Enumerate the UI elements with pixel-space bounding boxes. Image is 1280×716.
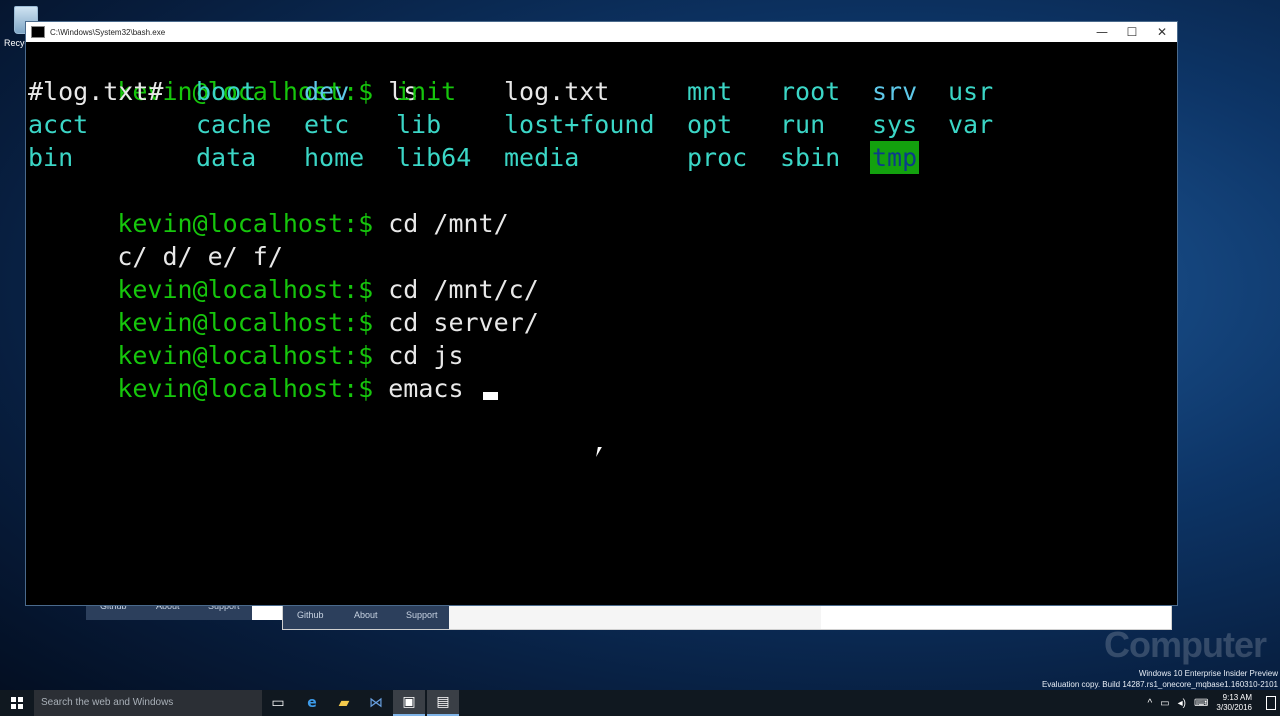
terminal-line: kevin@localhost:$ cd /mnt/c/ xyxy=(27,240,1178,304)
listing-entry: lib xyxy=(396,110,442,139)
listing-entry: usr xyxy=(948,77,994,106)
listing-entry: lib64 xyxy=(396,143,472,172)
bash-window[interactable]: C:\Windows\System32\bash.exe — ☐ ✕ kevin… xyxy=(25,21,1178,606)
network-icon[interactable]: ▭ xyxy=(1160,698,1169,709)
taskbar-search-box[interactable]: Search the web and Windows xyxy=(34,690,262,716)
listing-entry: lost+found xyxy=(504,110,655,139)
minimize-button[interactable]: — xyxy=(1087,22,1117,42)
windows-logo-icon xyxy=(11,697,23,709)
listing-entry: etc xyxy=(304,110,350,139)
file-explorer-icon[interactable]: ▰ xyxy=(328,690,360,716)
listing-entry: log.txt xyxy=(504,77,610,106)
listing-row: bin data home lib64 media proc sbin tmp xyxy=(27,141,1178,174)
window-title: C:\Windows\System32\bash.exe xyxy=(50,27,166,37)
task-view-icon[interactable]: ▭ xyxy=(262,690,294,716)
browser-window-taskbar-icon[interactable]: ▣ xyxy=(393,690,425,716)
watermark-logo: Computer xyxy=(1104,624,1267,665)
listing-entry: dev xyxy=(304,77,350,106)
listing-entry: #log.txt# xyxy=(28,77,164,106)
action-center-icon[interactable] xyxy=(1266,696,1276,710)
volume-icon[interactable]: ◂) xyxy=(1178,698,1186,709)
bg2-nav-github[interactable]: Github xyxy=(297,610,354,620)
tray-chevron-icon[interactable]: ^ xyxy=(1147,698,1152,709)
taskbar-clock[interactable]: 9:13 AM 3/30/2016 xyxy=(1216,693,1252,713)
terminal-line: kevin@localhost:$ cd js xyxy=(27,306,1178,370)
listing-entry: run xyxy=(780,110,826,139)
clock-time: 9:13 AM xyxy=(1222,693,1252,702)
listing-entry: bin xyxy=(28,143,74,172)
terminal-line: kevin@localhost:$ ls xyxy=(27,42,1178,106)
listing-entry: home xyxy=(304,143,365,172)
listing-entry: sbin xyxy=(780,143,841,172)
taskbar: Search the web and Windows ▭ e ▰ ⋈ ▣ ▤ ^… xyxy=(0,690,1280,716)
terminal-output[interactable]: kevin@localhost:$ ls #log.txt# boot dev … xyxy=(26,42,1178,605)
listing-entry: cache xyxy=(196,110,272,139)
terminal-line: kevin@localhost:$ cd server/ xyxy=(27,273,1178,337)
maximize-button[interactable]: ☐ xyxy=(1117,22,1147,42)
visual-studio-code-icon[interactable]: ⋈ xyxy=(360,690,392,716)
listing-entry: sys xyxy=(872,110,918,139)
terminal-app-icon xyxy=(31,26,45,38)
listing-entry: data xyxy=(196,143,257,172)
listing-entry: acct xyxy=(28,110,89,139)
listing-entry: root xyxy=(780,77,841,106)
listing-entry: srv xyxy=(872,77,918,106)
listing-entry: var xyxy=(948,110,994,139)
terminal-line: kevin@localhost:$ cd /mnt/ xyxy=(27,174,1178,238)
listing-entry: init xyxy=(396,77,457,106)
shell-prompt: kevin@localhost:$ xyxy=(117,374,374,403)
bg2-nav-about[interactable]: About xyxy=(354,610,406,620)
build-text: Evaluation copy. Build 14287.rs1_onecore… xyxy=(1041,680,1278,689)
listing-entry: proc xyxy=(687,143,748,172)
clock-date: 3/30/2016 xyxy=(1216,703,1252,712)
listing-entry: opt xyxy=(687,110,733,139)
bg2-nav-support[interactable]: Support xyxy=(406,610,438,620)
edition-text: Windows 10 Enterprise Insider Preview xyxy=(1138,669,1278,678)
start-button[interactable] xyxy=(0,690,34,716)
command-input[interactable]: emacs xyxy=(388,374,478,403)
listing-entry: media xyxy=(504,143,580,172)
terminal-line: c/ d/ e/ f/ xyxy=(27,207,1178,271)
edge-browser-icon[interactable]: e xyxy=(296,690,328,716)
input-method-icon[interactable]: ⌨ xyxy=(1194,698,1208,709)
close-button[interactable]: ✕ xyxy=(1147,22,1177,42)
title-bar[interactable]: C:\Windows\System32\bash.exe — ☐ ✕ xyxy=(26,22,1177,42)
bash-taskbar-icon[interactable]: ▤ xyxy=(427,690,459,716)
terminal-input-line[interactable]: kevin@localhost:$ emacs xyxy=(27,339,1178,403)
listing-entry: mnt xyxy=(687,77,733,106)
text-cursor xyxy=(482,392,498,400)
listing-row: #log.txt# boot dev init log.txt mnt root… xyxy=(27,75,1178,108)
system-tray: ^ ▭ ◂) ⌨ 9:13 AM 3/30/2016 xyxy=(1147,690,1280,716)
listing-entry: boot xyxy=(196,77,257,106)
listing-entry-highlighted: tmp xyxy=(870,141,920,174)
evaluation-watermark: Windows 10 Enterprise Insider Preview Ev… xyxy=(1042,668,1278,690)
listing-row: acct cache etc lib lost+found opt run sy… xyxy=(27,108,1178,141)
